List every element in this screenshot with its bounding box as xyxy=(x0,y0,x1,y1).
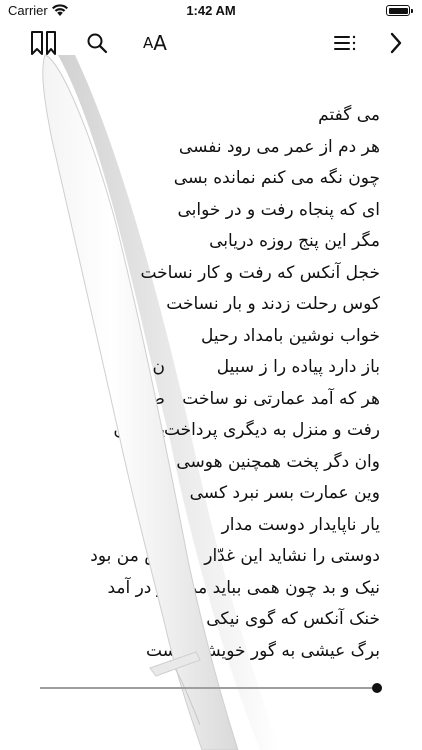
back-page-line: پریشان xyxy=(113,420,165,440)
poem-line: کوس رحلت زدند و بار نساخت xyxy=(166,294,380,314)
poem-line: وان دگر پخت همچنین هوسی xyxy=(176,451,380,472)
poem-line: خجل آنکس که رفت و کار نساخت xyxy=(140,262,380,283)
back-page-line: کم xyxy=(145,514,165,535)
battery-level xyxy=(388,7,408,14)
back-page-line: صحبت xyxy=(117,388,165,409)
poem-line: باز دارد پیاده را ز سبیل xyxy=(216,357,380,377)
poem-line: نیک و بد چون همی بباید مرد xyxy=(181,577,380,598)
back-page-line: ز در آمد xyxy=(107,577,165,598)
poem-line: چون نگه می کنم نمانده بسی xyxy=(173,168,380,188)
font-size-small-label: A xyxy=(143,34,154,52)
chevron-right-icon[interactable] xyxy=(384,28,408,58)
reader-page[interactable]: می گفتم هر دم از عمر می رود نفسی چون نگه م… xyxy=(0,90,422,670)
reading-progress-slider[interactable] xyxy=(40,683,382,693)
battery-icon xyxy=(386,5,413,16)
poem-line: رفت و منزل به دیگری پرداخت xyxy=(163,420,380,440)
search-icon[interactable] xyxy=(84,28,110,58)
clock: 1:42 AM xyxy=(186,3,236,18)
bookmark-icon[interactable] xyxy=(28,28,60,58)
poem-line: خنک آنکس که گوی نیکی برد xyxy=(179,609,380,629)
reader-toolbar: AA xyxy=(0,28,422,62)
poem-line: هر دم از عمر می رود نفسی xyxy=(178,136,380,157)
progress-thumb[interactable] xyxy=(372,683,382,693)
poem-line: برگ عیشی به گور خویش فرست xyxy=(145,640,380,661)
poem-line: مگر این پنج روزه دریابی xyxy=(209,231,380,251)
poem-line: می گفتم xyxy=(318,105,380,125)
table-of-contents-icon[interactable] xyxy=(330,28,360,58)
poem-line: خواب نوشین بامداد رحیل xyxy=(200,325,380,346)
back-page-line: س من بود xyxy=(90,546,165,566)
progress-track xyxy=(40,687,382,689)
font-size-button[interactable]: AA xyxy=(138,28,172,58)
poem-line: ای که پنجاه رفت و در خوابی xyxy=(177,199,380,220)
poem-line: وین عمارت بسر نبرد کسی xyxy=(189,483,380,503)
font-size-large-label: A xyxy=(153,31,167,55)
poem-line: دوستی را نشاید این غدّار xyxy=(204,546,380,566)
poem-line: یار ناپایدار دوست مدار xyxy=(221,514,380,535)
poem-line: هر که آمد عمارتی نو ساخت xyxy=(182,388,380,409)
back-page-line: ن دیدم xyxy=(115,357,165,377)
status-bar: Carrier 1:42 AM xyxy=(0,0,422,24)
